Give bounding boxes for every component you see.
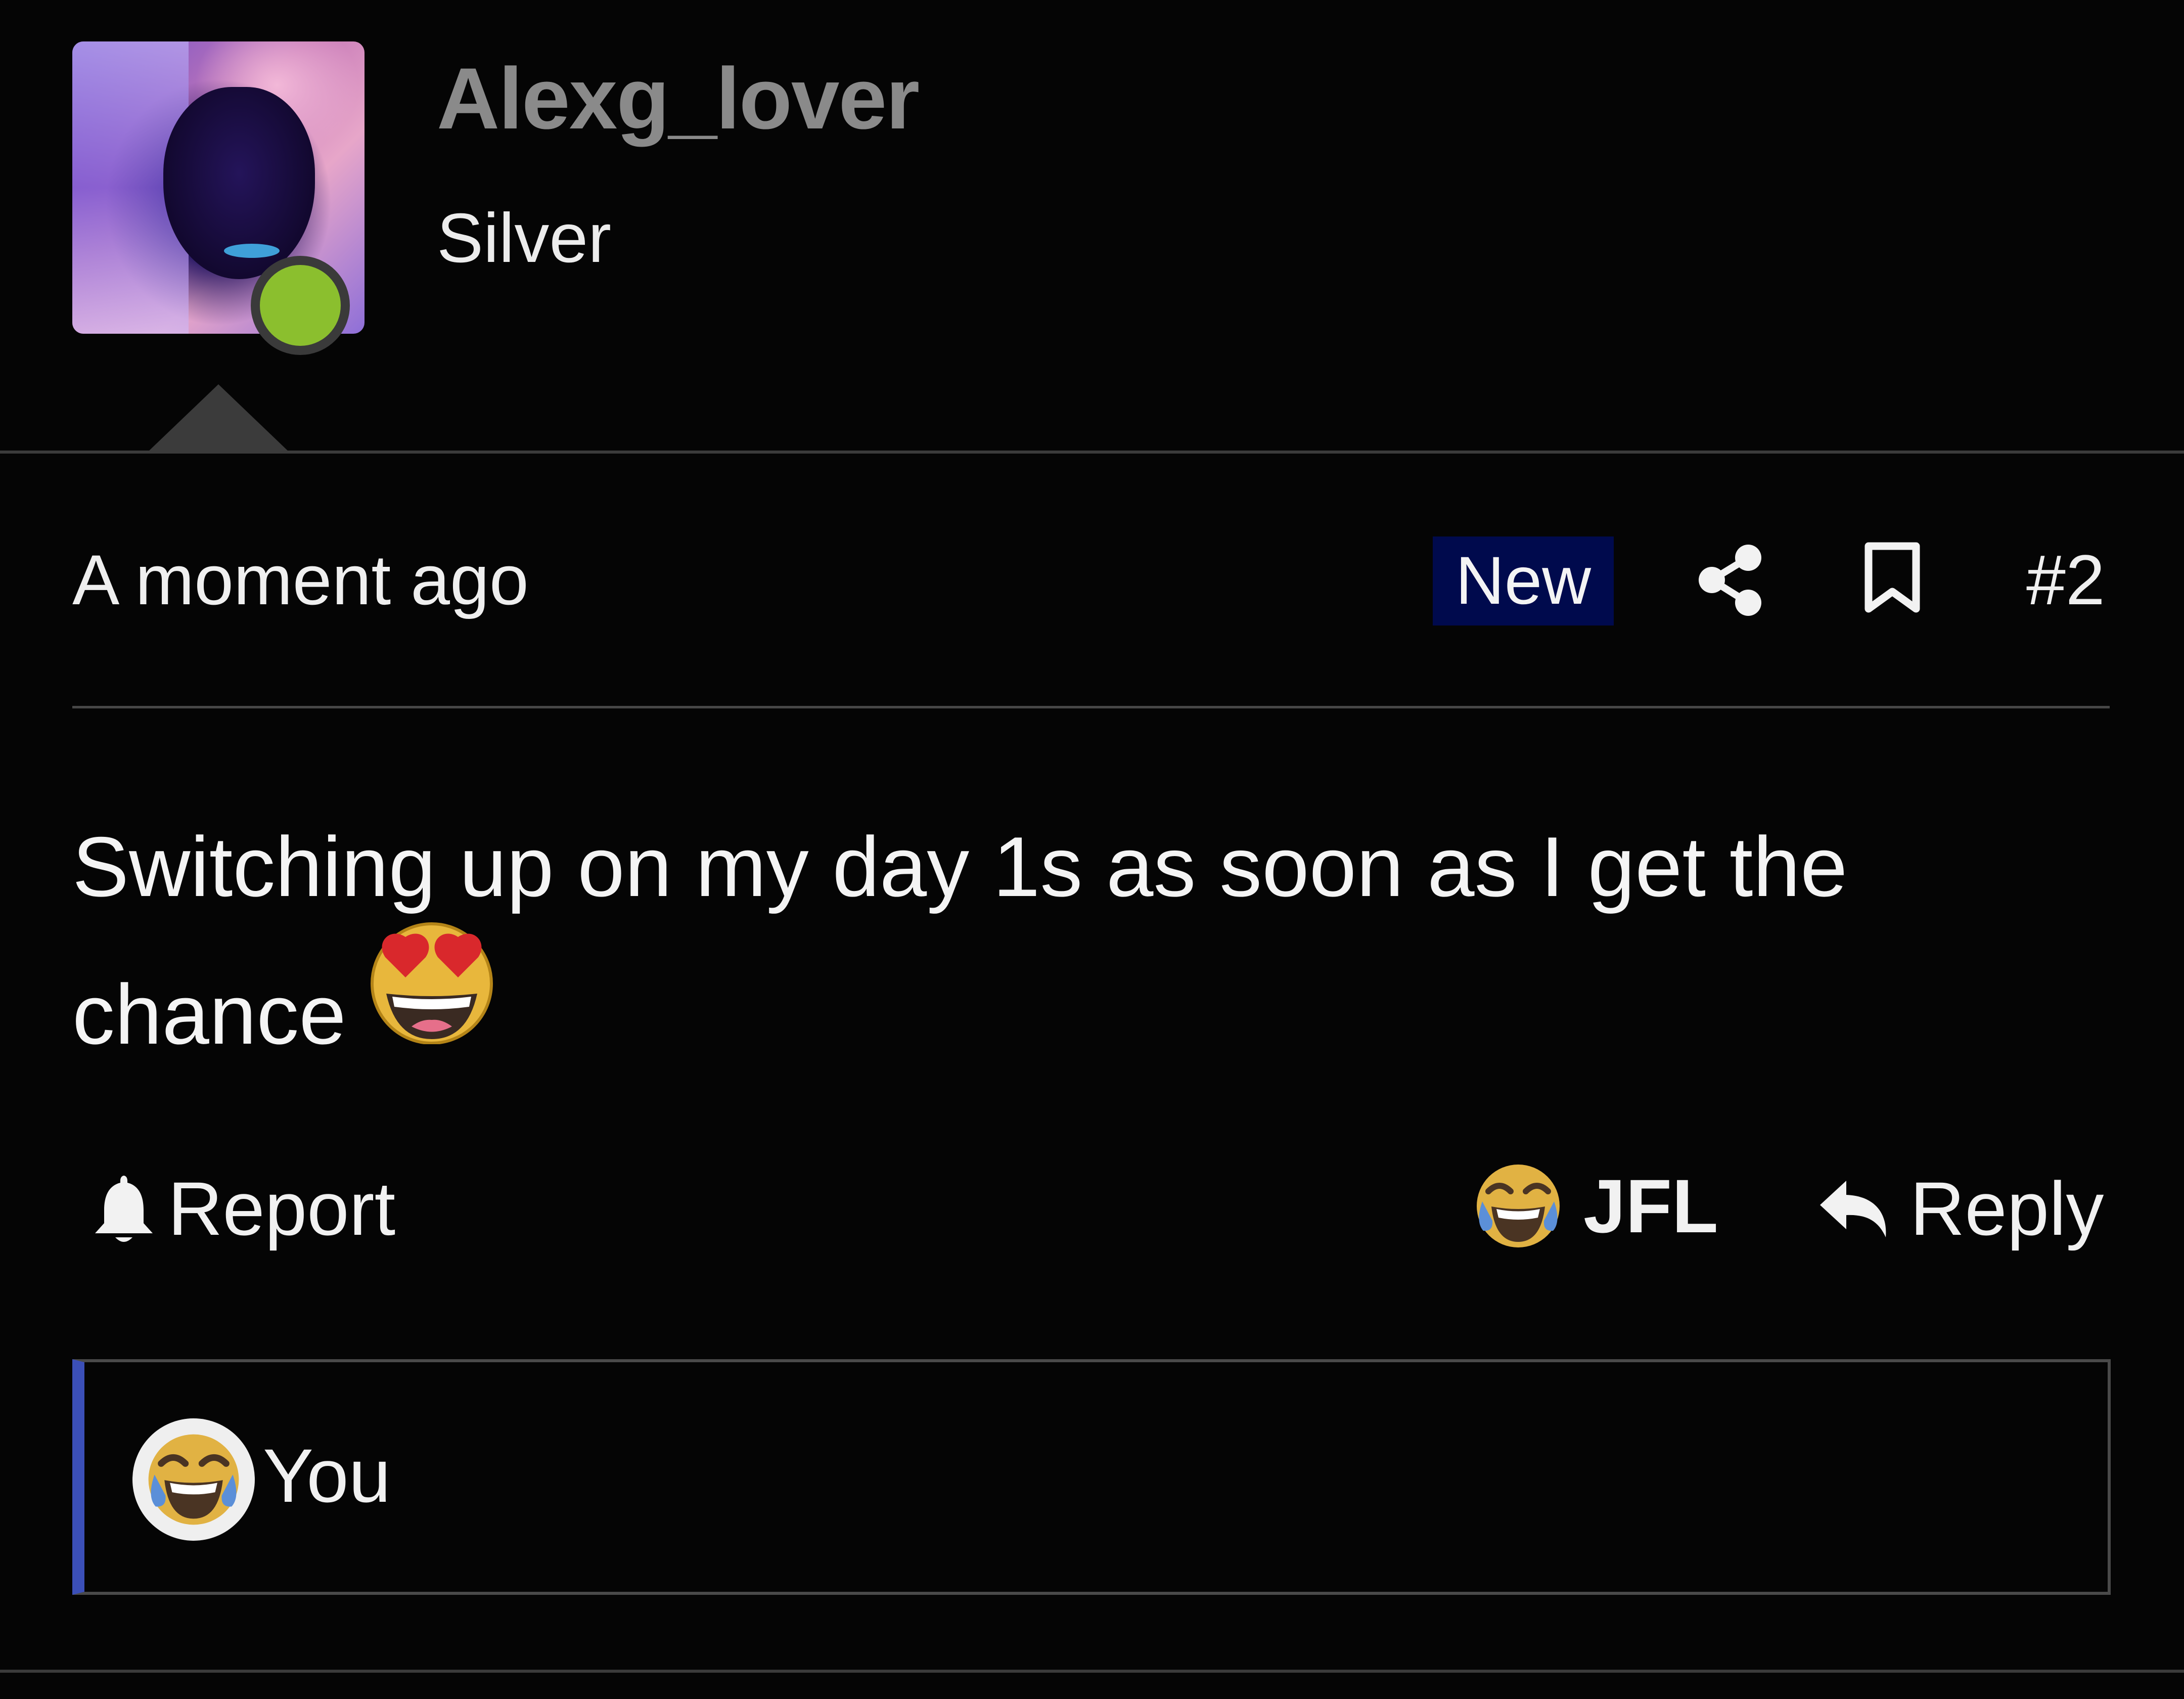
reactor-name[interactable]: You [263,1432,391,1519]
new-badge: New [1433,536,1614,625]
face-with-tears-of-joy-icon [148,1434,239,1525]
divider [0,451,2184,454]
post-number[interactable]: #2 [2026,539,2105,621]
author-username[interactable]: Alexg_lover [437,49,920,149]
bell-icon [95,1176,153,1242]
reply-button[interactable]: Reply [1817,1163,2104,1254]
face-with-tears-of-joy-icon [1477,1165,1560,1247]
report-button[interactable]: Report [91,1163,395,1254]
reaction-label: JFL [1583,1163,1718,1248]
online-status-indicator [251,256,350,355]
author-rank: Silver [437,199,612,277]
avatar-mouth [224,244,280,258]
share-icon[interactable] [1697,544,1763,617]
post-body-line: chance [72,967,346,1062]
reply-label: Reply [1910,1166,2104,1251]
bookmark-icon[interactable] [1863,542,1921,614]
reply-arrow-icon [1820,1181,1886,1237]
report-label: Report [168,1166,396,1251]
speech-pointer [148,384,289,452]
divider [72,706,2110,708]
reaction-button[interactable]: JFL [1473,1158,1718,1254]
divider [0,1670,2184,1673]
heart-eyes-emoji-icon [371,922,493,1044]
post-timestamp: A moment ago [72,540,529,619]
